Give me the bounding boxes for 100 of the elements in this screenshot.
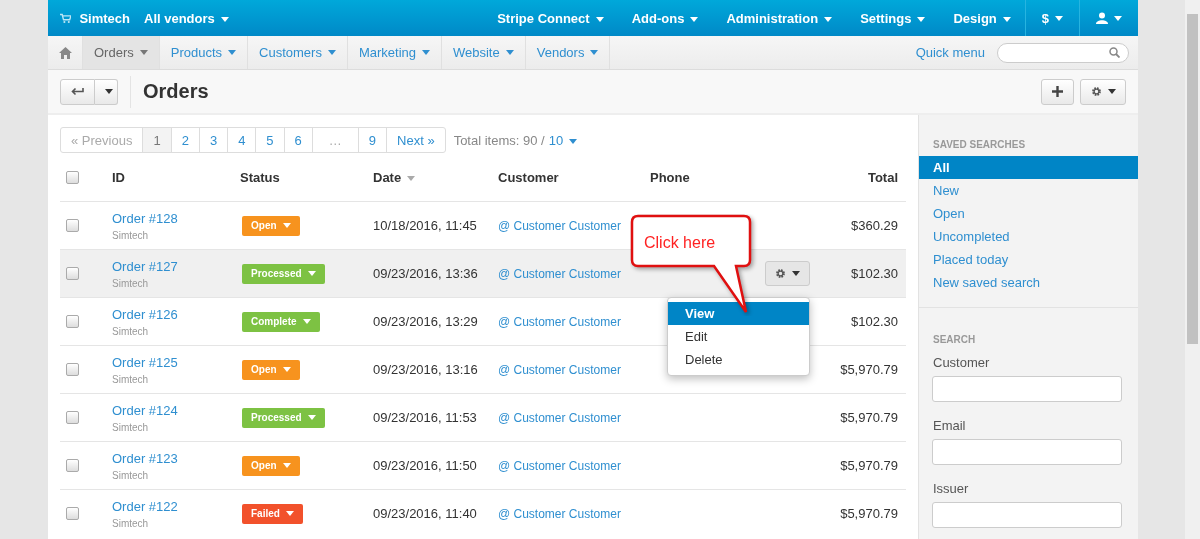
row-checkbox[interactable]: [66, 507, 79, 520]
status-dropdown[interactable]: Open: [242, 215, 300, 236]
customer-link[interactable]: @ Customer Customer: [498, 506, 621, 521]
vendor-name: Simtech: [112, 325, 150, 337]
vendor-name: Simtech: [112, 373, 150, 385]
status-dropdown[interactable]: Open: [242, 455, 300, 476]
select-all-checkbox[interactable]: [66, 170, 79, 184]
vendor-name: Simtech: [112, 229, 150, 241]
customer-link[interactable]: @ Customer Customer: [498, 314, 621, 329]
customer-link[interactable]: @ Customer Customer: [498, 410, 621, 425]
history-dropdown-button[interactable]: [95, 78, 118, 105]
order-link[interactable]: Order #122: [112, 498, 240, 514]
row-checkbox[interactable]: [66, 267, 79, 280]
back-arrow-icon: [71, 87, 84, 96]
nav-tab[interactable]: Website: [441, 36, 525, 69]
back-button[interactable]: [60, 78, 95, 105]
caret-icon: [917, 16, 926, 22]
status-dropdown[interactable]: Complete: [242, 311, 320, 332]
order-date: 09/23/2016, 13:29: [373, 314, 479, 329]
nav-tab[interactable]: Orders: [82, 36, 159, 69]
row-checkbox[interactable]: [66, 219, 79, 232]
caret-icon: [307, 271, 316, 276]
row-checkbox[interactable]: [66, 411, 79, 424]
top-menu-item[interactable]: Add-ons: [617, 10, 713, 26]
saved-search-item[interactable]: All: [919, 156, 1138, 179]
top-menu-item[interactable]: Settings: [846, 10, 940, 26]
vendor-name: Simtech: [112, 277, 150, 289]
menu-item[interactable]: Edit: [668, 325, 809, 348]
saved-search-item[interactable]: New: [919, 179, 1138, 202]
actions-button[interactable]: [765, 261, 810, 286]
row-checkbox[interactable]: [66, 315, 79, 328]
section-title: SAVED SEARCHES: [932, 139, 1027, 150]
field-label: Issuer: [932, 481, 970, 496]
search-field[interactable]: [997, 42, 1129, 63]
customer-link[interactable]: @ Customer Customer: [498, 266, 621, 281]
nav-tab[interactable]: Customers: [247, 36, 347, 69]
pagination-link[interactable]: 3: [198, 128, 228, 152]
nav-tab[interactable]: Vendors: [524, 36, 610, 69]
customer-link[interactable]: @ Customer Customer: [498, 458, 621, 473]
vendor-name: Simtech: [112, 469, 150, 481]
caret-icon: [285, 511, 294, 516]
customer-link[interactable]: @ Customer Customer: [498, 218, 621, 233]
add-button[interactable]: [1041, 78, 1074, 105]
order-date: 09/23/2016, 13:16: [373, 362, 479, 377]
order-link[interactable]: Order #124: [112, 402, 240, 418]
caret-icon: [595, 16, 604, 22]
pagination-link[interactable]: 1: [142, 128, 171, 152]
vendor-selector[interactable]: All vendors: [130, 10, 243, 26]
order-total: $360.29: [850, 218, 899, 233]
settings-button[interactable]: [1080, 78, 1126, 105]
saved-search-item[interactable]: New saved search: [919, 271, 1138, 294]
input-field[interactable]: [932, 439, 1122, 465]
scrollbar[interactable]: [1185, 0, 1200, 539]
input-field[interactable]: [932, 502, 1122, 528]
status-dropdown[interactable]: Processed: [242, 263, 325, 284]
order-link[interactable]: Order #125: [112, 354, 240, 370]
pagination-link[interactable]: 5: [255, 128, 284, 152]
row-checkbox[interactable]: [66, 459, 79, 472]
saved-search-item[interactable]: Open: [919, 202, 1138, 225]
user-icon: [1096, 12, 1108, 24]
menu-item[interactable]: View: [668, 302, 809, 325]
order-link[interactable]: Order #123: [112, 450, 240, 466]
total-items-label: Total items: 90 /: [453, 132, 545, 148]
order-link[interactable]: Order #127: [112, 258, 240, 274]
top-menu-item[interactable]: Design: [939, 10, 1025, 26]
pagination-link[interactable]: 4: [227, 128, 256, 152]
status-dropdown[interactable]: Failed: [242, 503, 303, 524]
status-dropdown[interactable]: Processed: [242, 407, 325, 428]
per-page-selector[interactable]: 10: [548, 132, 578, 148]
quick-menu-link[interactable]: Quick menu: [915, 36, 997, 69]
home-icon[interactable]: [58, 46, 72, 59]
top-menu-item[interactable]: Stripe Connect: [483, 10, 618, 26]
pagination-link[interactable]: Next »: [386, 128, 445, 152]
caret-icon: [590, 50, 599, 55]
column-header: ID: [112, 169, 126, 185]
column-header: Status: [240, 169, 281, 185]
caret-icon: [282, 463, 291, 468]
brand-name[interactable]: Simtech: [79, 10, 130, 26]
nav-tab[interactable]: Products: [158, 36, 248, 69]
caret-icon: [690, 16, 699, 22]
order-date: 09/23/2016, 11:40: [373, 506, 478, 521]
caret-icon: [282, 367, 291, 372]
column-header[interactable]: Date: [373, 169, 498, 185]
saved-search-item[interactable]: Uncompleted: [919, 225, 1138, 248]
order-date: 10/18/2016, 11:45: [373, 218, 478, 233]
saved-search-item[interactable]: Placed today: [919, 248, 1138, 271]
nav-tab[interactable]: Marketing: [346, 36, 441, 69]
pagination-link[interactable]: 2: [170, 128, 199, 152]
pagination-link[interactable]: 9: [357, 128, 387, 152]
pagination-link[interactable]: 6: [283, 128, 312, 152]
menu-item[interactable]: Delete: [668, 348, 809, 371]
customer-link[interactable]: @ Customer Customer: [498, 362, 621, 377]
caret-icon: [105, 89, 113, 94]
order-link[interactable]: Order #126: [112, 306, 240, 322]
top-menu-item[interactable]: Administration: [712, 10, 847, 26]
order-total: $5,970.79: [839, 362, 899, 377]
row-checkbox[interactable]: [66, 363, 79, 376]
status-dropdown[interactable]: Open: [242, 359, 300, 380]
input-field[interactable]: [932, 376, 1122, 402]
order-link[interactable]: Order #128: [112, 210, 240, 226]
